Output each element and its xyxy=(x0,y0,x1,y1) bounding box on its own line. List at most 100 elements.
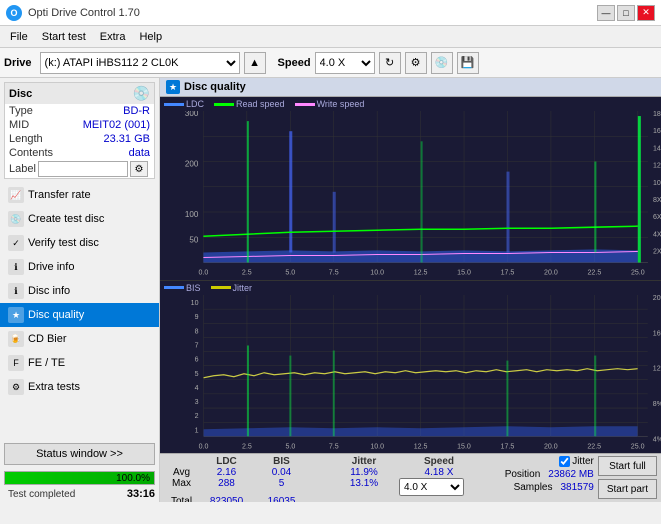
sidebar-item-extra-tests[interactable]: ⚙ Extra tests xyxy=(0,375,159,399)
svg-text:14X: 14X xyxy=(653,145,661,152)
progress-bar: 100.0% xyxy=(4,471,155,485)
svg-text:1: 1 xyxy=(195,427,199,434)
menu-file[interactable]: File xyxy=(4,30,34,44)
svg-text:9: 9 xyxy=(195,314,199,321)
save-button[interactable]: 💾 xyxy=(457,52,479,74)
disc-header: Disc 💿 xyxy=(5,83,154,104)
svg-text:17.5: 17.5 xyxy=(501,270,515,277)
svg-text:15.0: 15.0 xyxy=(457,270,471,277)
svg-text:18X: 18X xyxy=(653,111,661,118)
drive-select[interactable]: (k:) ATAPI iHBS112 2 CL0K xyxy=(40,52,240,74)
close-button[interactable]: ✕ xyxy=(637,5,655,21)
status-window-button[interactable]: Status window >> xyxy=(4,443,155,465)
menu-help[interactable]: Help xyxy=(133,30,168,44)
svg-text:8%: 8% xyxy=(653,401,661,408)
start-buttons: Start full Start part xyxy=(598,456,657,499)
samples-value: 381579 xyxy=(560,482,593,493)
verify-test-disc-icon: ✓ xyxy=(8,235,24,251)
app-icon: O xyxy=(6,5,22,21)
svg-text:16%: 16% xyxy=(653,330,661,337)
stats-empty2 xyxy=(309,456,329,467)
svg-text:5: 5 xyxy=(195,370,199,377)
refresh-button[interactable]: ↻ xyxy=(379,52,401,74)
stats-total-bis: 16035 xyxy=(254,496,309,502)
sidebar-item-cd-bier[interactable]: 🍺 CD Bier xyxy=(0,327,159,351)
sidebar-item-verify-test-disc[interactable]: ✓ Verify test disc xyxy=(0,231,159,255)
stats-avg-label: Avg xyxy=(164,467,199,478)
disc-quality-icon: ★ xyxy=(8,307,24,323)
top-chart: LDC Read speed Write speed xyxy=(160,97,661,281)
time-value: 33:16 xyxy=(127,488,155,501)
jitter-checkbox-label[interactable]: Jitter xyxy=(559,456,594,467)
svg-text:20.0: 20.0 xyxy=(544,443,558,450)
sidebar-item-drive-info[interactable]: ℹ Drive info xyxy=(0,255,159,279)
svg-text:10.0: 10.0 xyxy=(370,270,384,277)
stats-jitter-header: Jitter xyxy=(329,456,399,467)
disc-button[interactable]: 💿 xyxy=(431,52,453,74)
minimize-button[interactable]: — xyxy=(597,5,615,21)
stats-right: Jitter Position 23862 MB Samples 381579 xyxy=(505,456,594,493)
svg-text:2.5: 2.5 xyxy=(242,443,252,450)
svg-text:200: 200 xyxy=(185,160,199,169)
legend-ldc: LDC xyxy=(164,99,204,109)
sidebar: Disc 💿 Type BD-R MID MEIT02 (001) Length… xyxy=(0,78,160,502)
stats-avg-bis: 0.04 xyxy=(254,467,309,478)
menubar: File Start test Extra Help xyxy=(0,26,661,48)
start-full-button[interactable]: Start full xyxy=(598,456,657,476)
svg-text:16X: 16X xyxy=(653,128,661,135)
bottom-chart: BIS Jitter xyxy=(160,281,661,453)
svg-text:7.5: 7.5 xyxy=(329,270,339,277)
svg-text:10X: 10X xyxy=(653,180,661,187)
svg-text:6X: 6X xyxy=(653,214,661,221)
app-title: Opti Drive Control 1.70 xyxy=(28,7,140,19)
disc-label-input[interactable] xyxy=(38,161,128,177)
chart-title-icon: ★ xyxy=(166,80,180,94)
stats-avg-speed: 4.18 X xyxy=(399,467,479,478)
eject-button[interactable]: ▲ xyxy=(244,52,266,74)
svg-text:300: 300 xyxy=(185,111,199,118)
svg-text:4: 4 xyxy=(195,385,199,392)
svg-text:10: 10 xyxy=(191,300,199,307)
svg-text:100: 100 xyxy=(185,210,199,219)
sidebar-item-disc-info[interactable]: ℹ Disc info xyxy=(0,279,159,303)
svg-text:2.5: 2.5 xyxy=(242,270,252,277)
jitter-checkbox[interactable] xyxy=(559,456,570,467)
start-part-button[interactable]: Start part xyxy=(598,479,657,499)
fe-te-icon: F xyxy=(8,355,24,371)
charts-container: LDC Read speed Write speed xyxy=(160,97,661,453)
menu-start-test[interactable]: Start test xyxy=(36,30,92,44)
svg-text:7: 7 xyxy=(195,342,199,349)
legend-read-speed: Read speed xyxy=(214,99,285,109)
svg-text:0.0: 0.0 xyxy=(199,443,209,450)
stats-max-jitter: 13.1% xyxy=(329,478,399,496)
speed-select[interactable]: 4.0 X xyxy=(315,52,375,74)
maximize-button[interactable]: □ xyxy=(617,5,635,21)
menu-extra[interactable]: Extra xyxy=(94,30,132,44)
svg-text:22.5: 22.5 xyxy=(588,270,602,277)
stats-bar: LDC BIS Jitter Speed Avg 2.16 0.04 11.9%… xyxy=(160,453,661,502)
disc-type-row: Type BD-R xyxy=(5,104,154,118)
stats-ldc-header: LDC xyxy=(199,456,254,467)
svg-text:3: 3 xyxy=(195,399,199,406)
window-controls[interactable]: — □ ✕ xyxy=(597,5,655,21)
chart-speed-select[interactable]: 4.0 X xyxy=(399,478,464,496)
sidebar-item-fe-te[interactable]: F FE / TE xyxy=(0,351,159,375)
svg-text:7.5: 7.5 xyxy=(329,443,339,450)
sidebar-item-transfer-rate[interactable]: 📈 Transfer rate xyxy=(0,183,159,207)
stats-total-ldc: 823050 xyxy=(199,496,254,502)
samples-label: Samples xyxy=(514,482,553,493)
chart-header: ★ Disc quality xyxy=(160,78,661,97)
sidebar-item-disc-quality[interactable]: ★ Disc quality xyxy=(0,303,159,327)
stats-max-label: Max xyxy=(164,478,199,496)
titlebar: O Opti Drive Control 1.70 — □ ✕ xyxy=(0,0,661,26)
sidebar-item-create-test-disc[interactable]: 💿 Create test disc xyxy=(0,207,159,231)
svg-text:5.0: 5.0 xyxy=(285,443,295,450)
svg-text:50: 50 xyxy=(189,235,198,244)
top-chart-legend: LDC Read speed Write speed xyxy=(160,97,661,111)
settings-button[interactable]: ⚙ xyxy=(405,52,427,74)
sidebar-nav: 📈 Transfer rate 💿 Create test disc ✓ Ver… xyxy=(0,183,159,439)
time-display: Test completed 33:16 xyxy=(0,487,159,502)
disc-label-button[interactable]: ⚙ xyxy=(130,161,148,177)
stats-empty xyxy=(164,456,199,467)
disc-info-icon: ℹ xyxy=(8,283,24,299)
